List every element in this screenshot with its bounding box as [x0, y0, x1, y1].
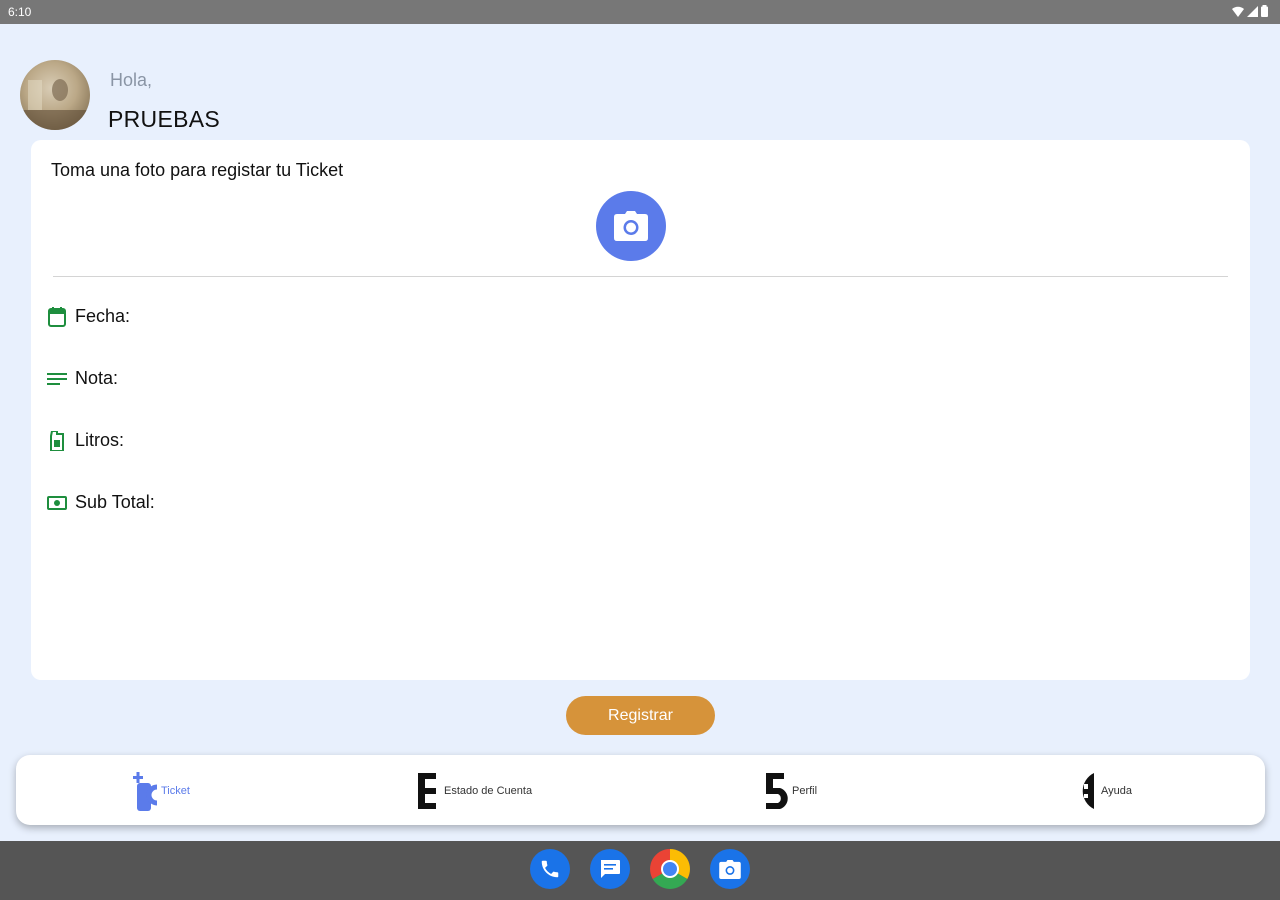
nav-item-ticket[interactable]: Ticket — [131, 769, 190, 813]
card-title: Toma una foto para registar tu Ticket — [51, 160, 344, 180]
divider — [53, 276, 1228, 277]
litros-label: Litros: — [75, 430, 125, 450]
avatar-image — [20, 79, 90, 130]
fecha-label: Fecha: — [75, 306, 131, 326]
battery-icon — [1261, 5, 1268, 17]
nav-label-ayuda: Ayuda — [1101, 785, 1132, 797]
bottom-nav: Ticket Estado de Cuenta Perfil Ayuda — [16, 755, 1265, 825]
avatar[interactable] — [20, 60, 90, 130]
system-taskbar — [0, 841, 1280, 900]
litros-field: Litros: — [47, 430, 124, 451]
help-icon — [1082, 773, 1094, 809]
subtotal-field: Sub Total: — [47, 492, 155, 513]
nav-item-perfil[interactable]: Perfil — [764, 769, 817, 813]
fuel-icon — [47, 430, 67, 451]
nav-label-estado-de-cuenta: Estado de Cuenta — [444, 785, 533, 797]
nota-label: Nota: — [75, 368, 119, 388]
chrome-icon[interactable] — [650, 849, 690, 889]
nav-item-ayuda[interactable]: Ayuda — [1071, 769, 1132, 813]
calendar-icon — [47, 306, 67, 327]
status-time: 6:10 — [8, 5, 32, 19]
take-photo-button[interactable] — [596, 191, 666, 261]
register-button[interactable]: Registrar — [566, 696, 715, 735]
user-name: PRUEBAS — [108, 106, 221, 132]
nav-item-estado-de-cuenta[interactable]: Estado de Cuenta — [416, 769, 532, 813]
fecha-field: Fecha: — [47, 306, 130, 327]
ticket-card: Toma una foto para registar tu Ticket Fe… — [31, 140, 1250, 680]
status-bar: 6:10 — [0, 0, 1280, 24]
money-icon — [47, 493, 67, 513]
notes-icon — [47, 369, 67, 389]
account-statement-icon — [418, 773, 436, 809]
camera-app-icon[interactable] — [710, 849, 750, 889]
phone-icon[interactable] — [530, 849, 570, 889]
signal-icon — [1247, 5, 1258, 17]
nav-label-ticket: Ticket — [161, 785, 190, 797]
camera-icon — [614, 211, 648, 241]
app-dock — [530, 849, 750, 889]
profile-icon — [766, 773, 788, 809]
add-ticket-icon — [133, 772, 158, 811]
nota-field: Nota: — [47, 368, 118, 389]
nav-label-perfil: Perfil — [792, 785, 818, 797]
subtotal-label: Sub Total: — [75, 492, 155, 512]
status-icons — [1232, 5, 1268, 17]
wifi-icon — [1232, 6, 1244, 17]
greeting-text: Hola, — [110, 70, 153, 90]
app-screen: Hola, PRUEBAS Toma una foto para regista… — [0, 24, 1280, 841]
messages-icon[interactable] — [590, 849, 630, 889]
